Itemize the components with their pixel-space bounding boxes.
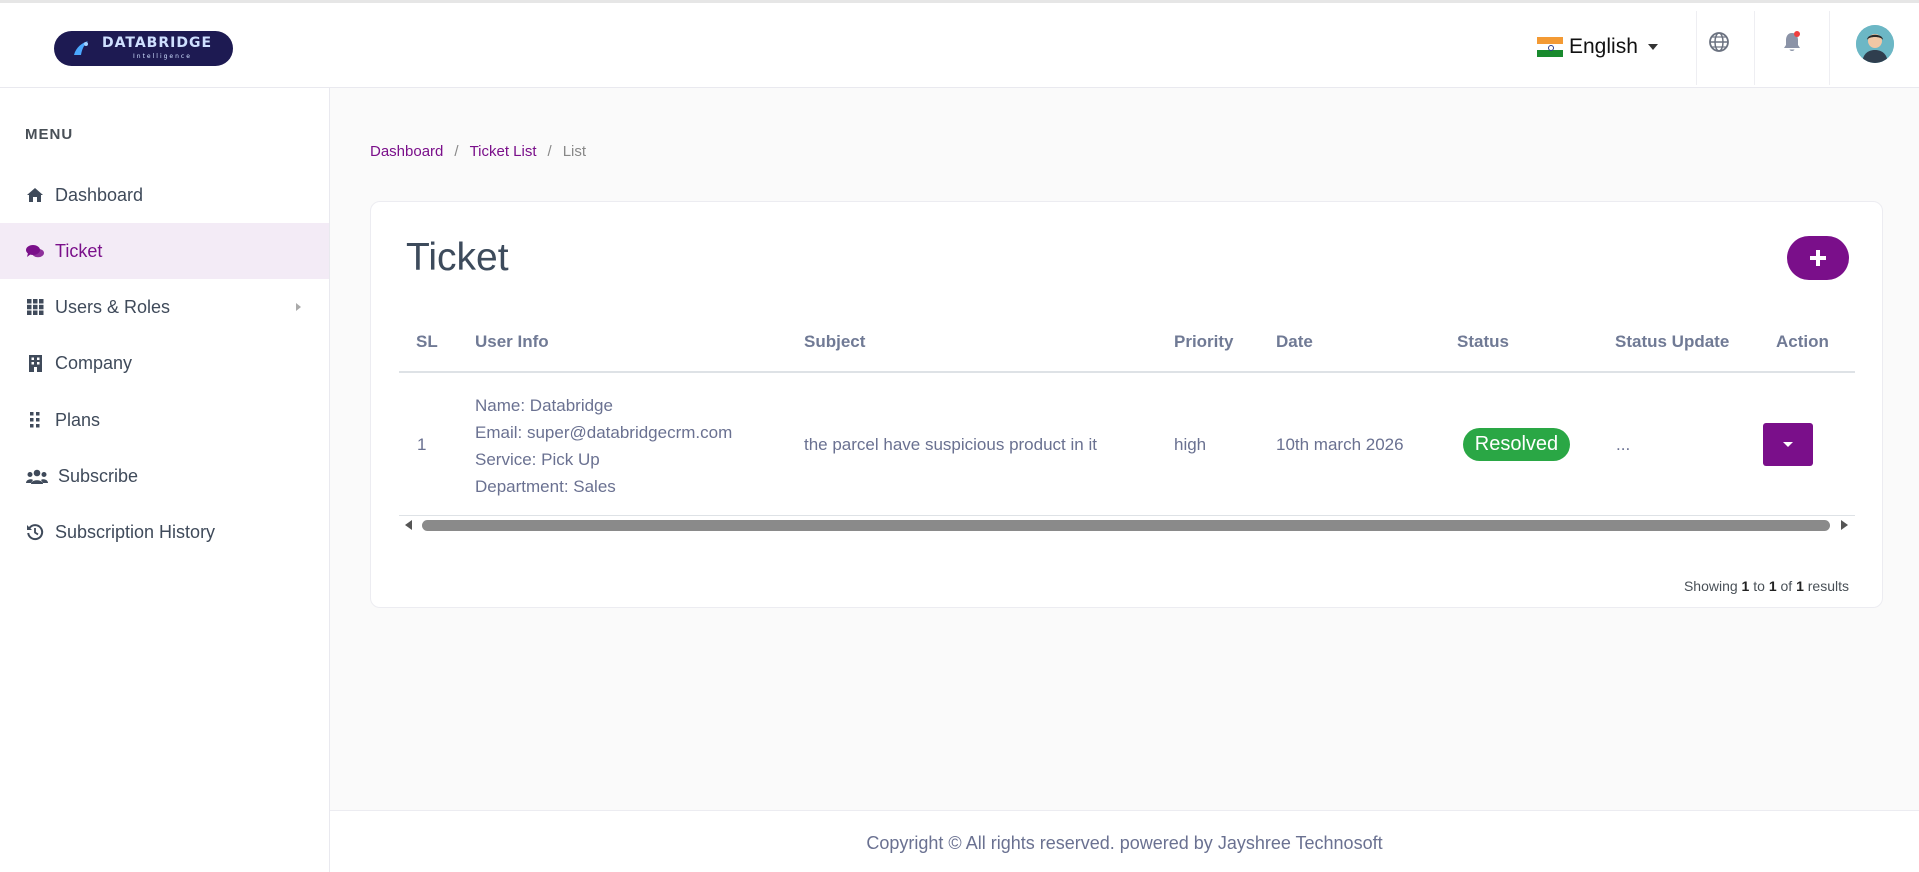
- column-header-status[interactable]: Status: [1457, 332, 1509, 352]
- breadcrumb-current: List: [562, 143, 587, 160]
- cell-priority: high: [1174, 435, 1207, 454]
- add-ticket-button[interactable]: [1787, 236, 1849, 280]
- column-header-priority[interactable]: Priority: [1174, 332, 1234, 352]
- horizontal-scrollbar[interactable]: [422, 520, 1830, 531]
- sidebar-item-label: Users & Roles: [55, 296, 171, 317]
- sidebar: MENU Dashboard Ticket Users & Roles Comp…: [0, 88, 330, 872]
- logo-mark-icon: [74, 41, 88, 55]
- breadcrumb: Dashboard / Ticket List / List: [370, 143, 586, 160]
- footer-copyright: Copyright © All rights reserved. powered…: [866, 833, 1383, 853]
- status-badge: Resolved: [1463, 428, 1570, 461]
- sidebar-item-label: Ticket: [55, 240, 103, 261]
- header-divider: [1696, 11, 1697, 85]
- menu-title: MENU: [25, 126, 74, 143]
- users-icon: [25, 466, 48, 486]
- column-header-sl[interactable]: SL: [416, 332, 438, 352]
- sidebar-item-plans[interactable]: Plans: [0, 392, 329, 448]
- caret-down-icon: [1783, 442, 1793, 447]
- pagination-summary: Showing 1 to 1 of 1 results: [1684, 578, 1849, 594]
- globe-button[interactable]: [1704, 27, 1734, 57]
- column-header-subject[interactable]: Subject: [804, 332, 865, 352]
- plus-icon: [1810, 250, 1826, 266]
- sidebar-item-label: Company: [55, 352, 133, 373]
- language-label: English: [1569, 35, 1638, 58]
- column-header-status-update[interactable]: Status Update: [1615, 332, 1729, 352]
- user-service: Service: Pick Up: [475, 450, 600, 469]
- pagination-from: 1: [1741, 578, 1750, 594]
- sidebar-item-subscription-history[interactable]: Subscription History: [0, 504, 329, 560]
- scroll-right-arrow-icon[interactable]: [1841, 520, 1848, 530]
- breadcrumb-separator: /: [547, 143, 552, 160]
- ticket-card: Ticket SL User Info Subject Priority Dat…: [370, 201, 1883, 608]
- language-selector[interactable]: English: [1537, 34, 1658, 60]
- cell-user-info: Name: Databridge Email: super@databridge…: [475, 392, 732, 500]
- table-row-divider: [399, 515, 1855, 516]
- avatar-image: [1856, 25, 1894, 63]
- sidebar-item-company[interactable]: Company: [0, 335, 329, 391]
- cell-status-update: ...: [1616, 435, 1631, 454]
- table-header-divider: [399, 371, 1855, 373]
- column-header-action[interactable]: Action: [1776, 332, 1829, 352]
- sidebar-item-label: Subscription History: [55, 521, 216, 542]
- chevron-right-icon: [296, 303, 301, 311]
- user-department: Department: Sales: [475, 477, 616, 496]
- cell-sl: 1: [417, 435, 427, 454]
- pagination-suffix: results: [1807, 578, 1849, 594]
- globe-icon: [1709, 32, 1729, 52]
- sidebar-item-dashboard[interactable]: Dashboard: [0, 167, 329, 223]
- breadcrumb-ticket-list[interactable]: Ticket List: [470, 143, 537, 160]
- logo-text: DATABRIDGE: [102, 35, 213, 51]
- grid-icon: [25, 297, 45, 317]
- page-title: Ticket: [406, 236, 509, 279]
- databridge-logo[interactable]: DATABRIDGE Intelligence: [54, 31, 233, 66]
- sidebar-item-label: Subscribe: [58, 465, 139, 486]
- india-flag-icon: [1537, 37, 1563, 58]
- action-dropdown-button[interactable]: [1763, 423, 1813, 466]
- user-name: Name: Databridge: [475, 396, 613, 415]
- header-divider: [1754, 11, 1755, 85]
- dots-grid-icon: [25, 410, 45, 430]
- sidebar-item-users-roles[interactable]: Users & Roles: [0, 279, 329, 335]
- cell-subject: the parcel have suspicious product in it: [804, 435, 1097, 454]
- pagination-prefix: Showing: [1683, 578, 1738, 594]
- pagination-to: 1: [1768, 578, 1777, 594]
- footer: Copyright © All rights reserved. powered…: [330, 810, 1919, 872]
- header-divider: [1829, 11, 1830, 85]
- home-icon: [25, 185, 45, 205]
- user-email: Email: super@databridgecrm.com: [475, 423, 733, 442]
- sidebar-item-ticket[interactable]: Ticket: [0, 223, 329, 279]
- breadcrumb-separator: /: [454, 143, 459, 160]
- breadcrumb-dashboard[interactable]: Dashboard: [370, 143, 443, 160]
- logo-subtext: Intelligence: [133, 53, 192, 60]
- pagination-to-word: to: [1753, 578, 1765, 594]
- building-icon: [25, 353, 45, 373]
- column-header-user-info[interactable]: User Info: [475, 332, 549, 352]
- pagination-of-word: of: [1780, 578, 1793, 594]
- history-icon: [25, 522, 45, 542]
- chevron-down-icon: [1647, 44, 1658, 50]
- pagination-total: 1: [1796, 578, 1804, 594]
- scroll-left-arrow-icon[interactable]: [405, 520, 412, 530]
- sidebar-item-subscribe[interactable]: Subscribe: [0, 448, 329, 504]
- notifications-button[interactable]: [1777, 27, 1807, 57]
- sidebar-item-label: Dashboard: [55, 184, 144, 205]
- bell-icon: [1784, 31, 1800, 51]
- cell-date: 10th march 2026: [1276, 435, 1404, 454]
- column-header-date[interactable]: Date: [1276, 332, 1313, 352]
- sidebar-item-label: Plans: [55, 409, 101, 430]
- top-header: DATABRIDGE Intelligence English: [0, 3, 1919, 88]
- user-avatar[interactable]: [1856, 25, 1894, 63]
- comments-icon: [25, 241, 45, 261]
